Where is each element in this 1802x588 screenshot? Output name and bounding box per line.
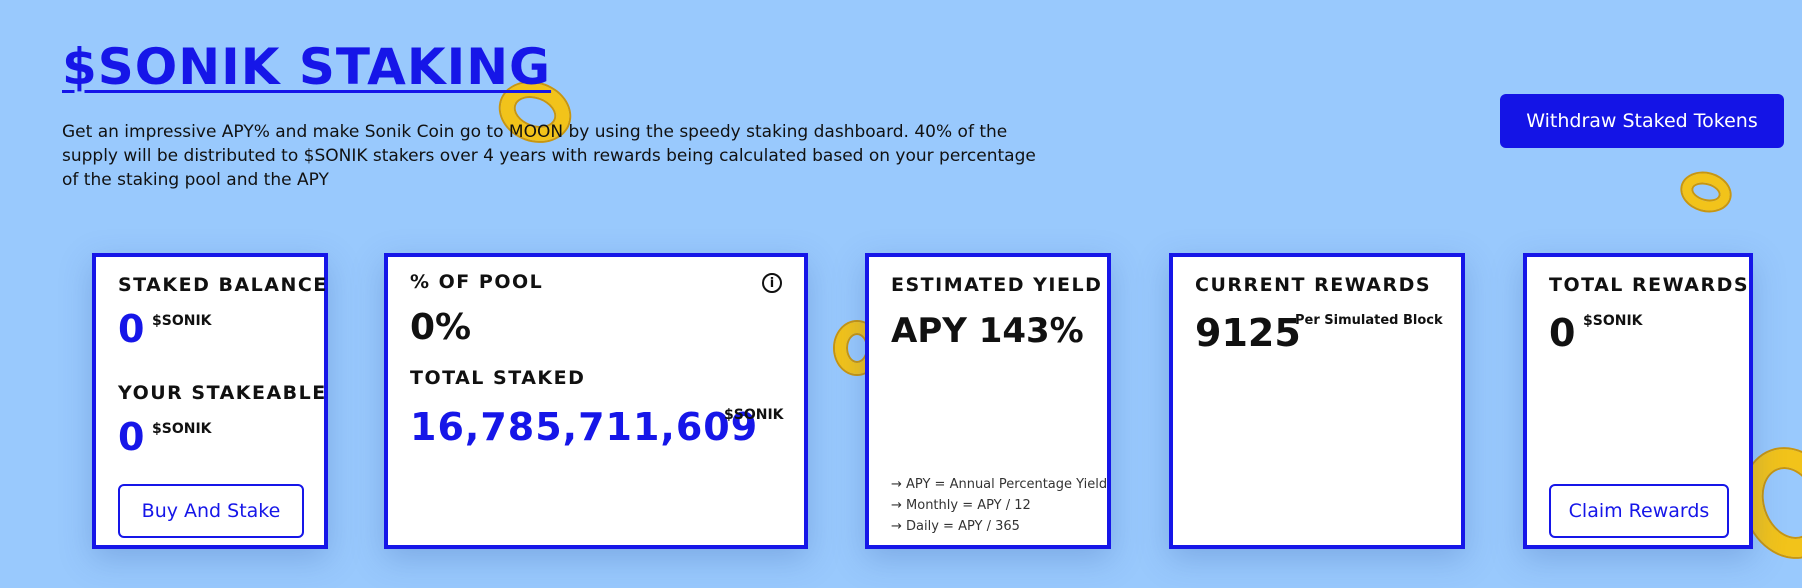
buy-and-stake-button[interactable]: Buy And Stake [118, 484, 304, 538]
pool-card: % OF POOL i 0% TOTAL STAKED 16,785,711,6… [384, 253, 808, 549]
stakeable-unit: $SONIK [152, 421, 212, 437]
total-staked-label: TOTAL STAKED [410, 367, 586, 389]
current-rewards-label: CURRENT REWARDS [1195, 274, 1432, 296]
monthly-note: → Monthly = APY / 12 [891, 498, 1031, 513]
current-rewards-unit: Per Simulated Block [1295, 313, 1443, 328]
stakeable-value: 0 [118, 415, 145, 459]
apy-value: APY 143% [891, 311, 1084, 351]
staked-balance-value: 0 [118, 307, 145, 351]
apy-note: → APY = Annual Percentage Yield [891, 477, 1108, 492]
total-staked-unit: $SONIK [724, 407, 784, 423]
total-rewards-card: TOTAL REWARDS 0 $SONIK Claim Rewards [1523, 253, 1753, 549]
total-rewards-value: 0 [1549, 311, 1576, 355]
gold-coin-ring [1678, 168, 1734, 216]
staked-balance-card: STAKED BALANCE 0 $SONIK YOUR STAKEABLE 0… [92, 253, 328, 549]
staked-balance-unit: $SONIK [152, 313, 212, 329]
pool-percent-label: % OF POOL [410, 271, 544, 293]
info-icon[interactable]: i [762, 273, 782, 293]
estimated-yield-label: ESTIMATED YIELD [891, 274, 1103, 296]
daily-note: → Daily = APY / 365 [891, 519, 1020, 534]
current-rewards-card: CURRENT REWARDS 9125 Per Simulated Block [1169, 253, 1465, 549]
total-staked-value: 16,785,711,609 [410, 405, 759, 449]
pool-percent-value: 0% [410, 307, 472, 348]
page-description: Get an impressive APY% and make Sonik Co… [62, 122, 1036, 190]
claim-rewards-button[interactable]: Claim Rewards [1549, 484, 1729, 538]
withdraw-staked-tokens-button[interactable]: Withdraw Staked Tokens [1500, 94, 1784, 148]
staked-balance-label: STAKED BALANCE [118, 274, 328, 296]
estimated-yield-card: ESTIMATED YIELD APY 143% → APY = Annual … [865, 253, 1111, 549]
total-rewards-label: TOTAL REWARDS [1549, 274, 1750, 296]
total-rewards-unit: $SONIK [1583, 313, 1643, 329]
stakeable-label: YOUR STAKEABLE [118, 382, 327, 404]
page-title[interactable]: $SONIK STAKING [62, 38, 551, 96]
current-rewards-value: 9125 [1195, 311, 1301, 355]
